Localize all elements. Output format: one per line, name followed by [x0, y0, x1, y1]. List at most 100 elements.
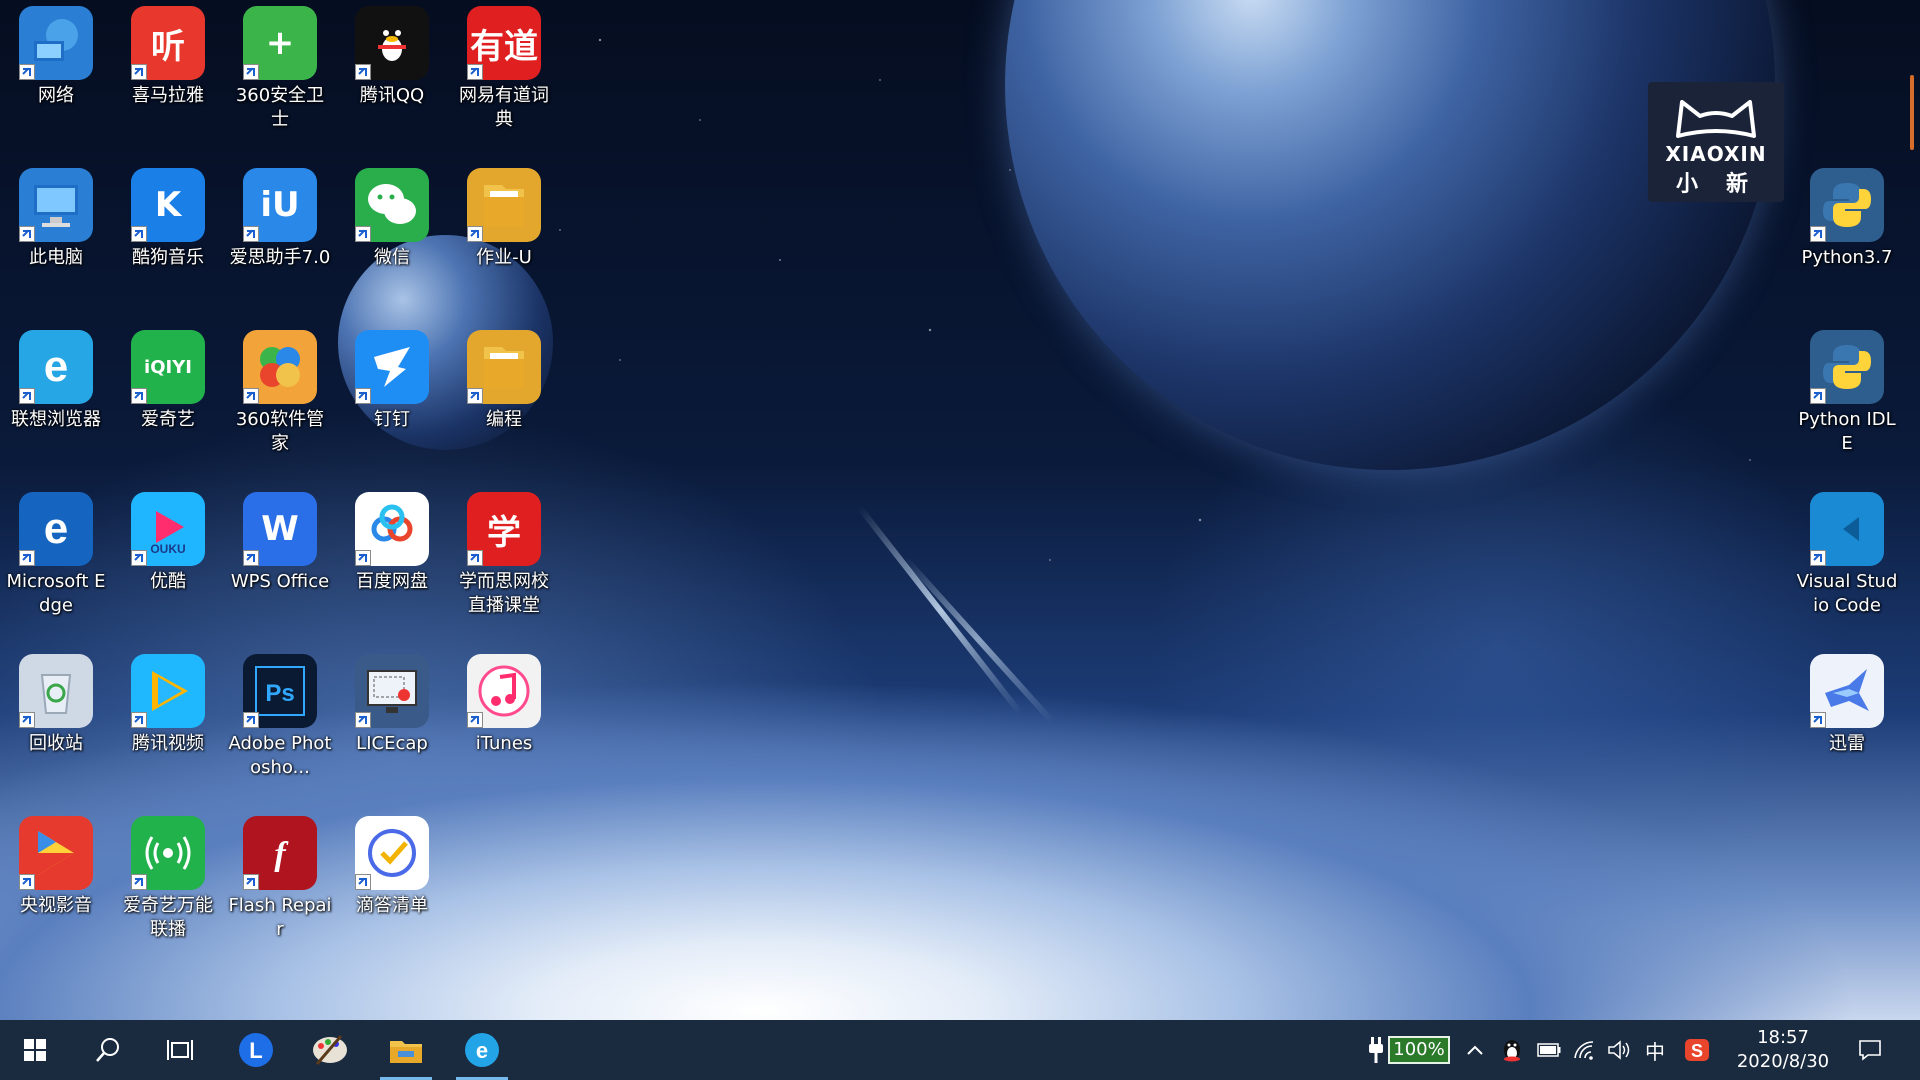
- tray-qq[interactable]: [1498, 1020, 1526, 1080]
- app-icon: f: [243, 816, 317, 890]
- desktop-icon-label: 钉钉: [374, 409, 410, 430]
- desktop-icon[interactable]: iQIYI 爱奇艺: [116, 330, 220, 432]
- desktop-icon-label: 央视影音: [20, 895, 92, 916]
- taskbar-app-paint[interactable]: [300, 1020, 360, 1080]
- shortcut-arrow-icon: [467, 64, 483, 80]
- desktop-icon-label: 回收站: [29, 733, 83, 754]
- desktop-icon[interactable]: 编程: [452, 330, 556, 432]
- desktop-icon[interactable]: 微信: [340, 168, 444, 270]
- volume-icon: [1608, 1040, 1630, 1060]
- app-icon: [467, 654, 541, 728]
- desktop-icon[interactable]: 作业-U: [452, 168, 556, 270]
- taskbar-app-file-explorer[interactable]: [376, 1020, 436, 1080]
- tray-wifi[interactable]: [1570, 1020, 1600, 1080]
- app-icon: [1810, 330, 1884, 404]
- shortcut-arrow-icon: [243, 874, 259, 890]
- wifi-icon: [1574, 1041, 1594, 1060]
- icon-glyph: W: [261, 509, 299, 549]
- shortcut-arrow-icon: [467, 712, 483, 728]
- edge-scroll-indicator[interactable]: [1910, 75, 1914, 150]
- desktop-icon-label: 网络: [38, 85, 74, 106]
- svg-text:Ps: Ps: [265, 680, 294, 707]
- input-method-indicator[interactable]: 中: [1640, 1020, 1670, 1080]
- taskbar-clock[interactable]: 18:57 2020/8/30: [1718, 1026, 1848, 1074]
- desktop-icon[interactable]: Python3.7: [1795, 168, 1899, 270]
- desktop-icon[interactable]: 回收站: [4, 654, 108, 756]
- desktop-icon[interactable]: 爱奇艺万能联播: [116, 816, 220, 942]
- desktop-icon[interactable]: OUKU 优酷: [116, 492, 220, 594]
- desktop-icon[interactable]: iTunes: [452, 654, 556, 756]
- desktop-icon[interactable]: 百度网盘: [340, 492, 444, 594]
- shortcut-arrow-icon: [355, 388, 371, 404]
- desktop-icon[interactable]: 钉钉: [340, 330, 444, 432]
- shortcut-arrow-icon: [131, 64, 147, 80]
- clock-date: 2020/8/30: [1736, 1051, 1830, 1072]
- chevron-up-icon: [1467, 1045, 1483, 1055]
- desktop-icon[interactable]: 滴答清单: [340, 816, 444, 918]
- desktop-icon[interactable]: Ps Adobe Photosho...: [228, 654, 332, 780]
- app-icon: iQIYI: [131, 330, 205, 404]
- desktop-icon[interactable]: W WPS Office: [228, 492, 332, 594]
- desktop-icon-label: Python IDLE: [1798, 409, 1896, 454]
- app-icon: [1810, 168, 1884, 242]
- app-icon: [355, 654, 429, 728]
- desktop-icon-label: 酷狗音乐: [132, 247, 204, 268]
- app-icon: K: [131, 168, 205, 242]
- desktop-icon[interactable]: e 联想浏览器: [4, 330, 108, 432]
- app-icon: 学: [467, 492, 541, 566]
- paint-icon: [313, 1035, 347, 1065]
- search-icon: [96, 1038, 119, 1062]
- desktop-icon[interactable]: 腾讯QQ: [340, 6, 444, 108]
- shortcut-arrow-icon: [243, 226, 259, 242]
- desktop-icon[interactable]: 央视影音: [4, 816, 108, 918]
- desktop-icon-label: 爱奇艺万能联播: [123, 895, 213, 940]
- desktop-icon[interactable]: Python IDLE: [1795, 330, 1899, 456]
- search-button[interactable]: [78, 1020, 138, 1080]
- desktop-icon[interactable]: LICEcap: [340, 654, 444, 756]
- tray-battery[interactable]: [1534, 1020, 1564, 1080]
- start-button[interactable]: [5, 1020, 65, 1080]
- app-icon: [467, 168, 541, 242]
- desktop-icon[interactable]: e Microsoft Edge: [4, 492, 108, 618]
- shortcut-arrow-icon: [243, 712, 259, 728]
- lenovo-xiaoxin-logo: XIAOXIN 小新: [1648, 82, 1784, 202]
- desktop-icon[interactable]: 腾讯视频: [116, 654, 220, 756]
- show-hidden-icons-button[interactable]: [1462, 1020, 1488, 1080]
- task-view-button[interactable]: [150, 1020, 210, 1080]
- tray-sogou[interactable]: S: [1680, 1020, 1714, 1080]
- taskbar-app-lenovo-browser[interactable]: e: [452, 1020, 512, 1080]
- desktop-icon-label: Visual Studio Code: [1796, 571, 1898, 616]
- shortcut-arrow-icon: [131, 712, 147, 728]
- desktop-icon[interactable]: 网络: [4, 6, 108, 108]
- app-icon: [131, 816, 205, 890]
- desktop-icon[interactable]: 有道 网易有道词典: [452, 6, 556, 132]
- icon-glyph: 学: [487, 512, 521, 553]
- icon-glyph: 有道: [470, 26, 538, 67]
- desktop-icon-label: 此电脑: [29, 247, 83, 268]
- power-plug-icon[interactable]: [1366, 1020, 1386, 1080]
- desktop-icon[interactable]: +360安全卫士: [228, 6, 332, 132]
- desktop-icon[interactable]: 听喜马拉雅: [116, 6, 220, 108]
- svg-text:S: S: [1691, 1041, 1703, 1061]
- desktop-icon[interactable]: 迅雷: [1795, 654, 1899, 756]
- shortcut-arrow-icon: [243, 388, 259, 404]
- svg-text:e: e: [44, 342, 68, 391]
- shortcut-arrow-icon: [19, 550, 35, 566]
- desktop-icon[interactable]: f Flash Repair: [228, 816, 332, 942]
- sogou-ime-icon: S: [1685, 1039, 1709, 1061]
- battery-percent[interactable]: 100%: [1388, 1036, 1450, 1064]
- taskbar-app-lenovo[interactable]: L: [226, 1020, 286, 1080]
- shortcut-arrow-icon: [131, 874, 147, 890]
- desktop-icon[interactable]: 360软件管家: [228, 330, 332, 456]
- action-center-button[interactable]: [1850, 1020, 1890, 1080]
- desktop-icon[interactable]: 学学而思网校直播课堂: [452, 492, 556, 618]
- app-icon: e: [19, 492, 93, 566]
- notification-icon: [1859, 1040, 1881, 1061]
- desktop-icon[interactable]: K 酷狗音乐: [116, 168, 220, 270]
- app-icon: Ps: [243, 654, 317, 728]
- desktop-icon-label: 微信: [374, 247, 410, 268]
- desktop-icon[interactable]: Visual Studio Code: [1795, 492, 1899, 618]
- desktop-icon[interactable]: 此电脑: [4, 168, 108, 270]
- tray-volume[interactable]: [1604, 1020, 1634, 1080]
- desktop-icon[interactable]: iU 爱思助手7.0: [228, 168, 332, 270]
